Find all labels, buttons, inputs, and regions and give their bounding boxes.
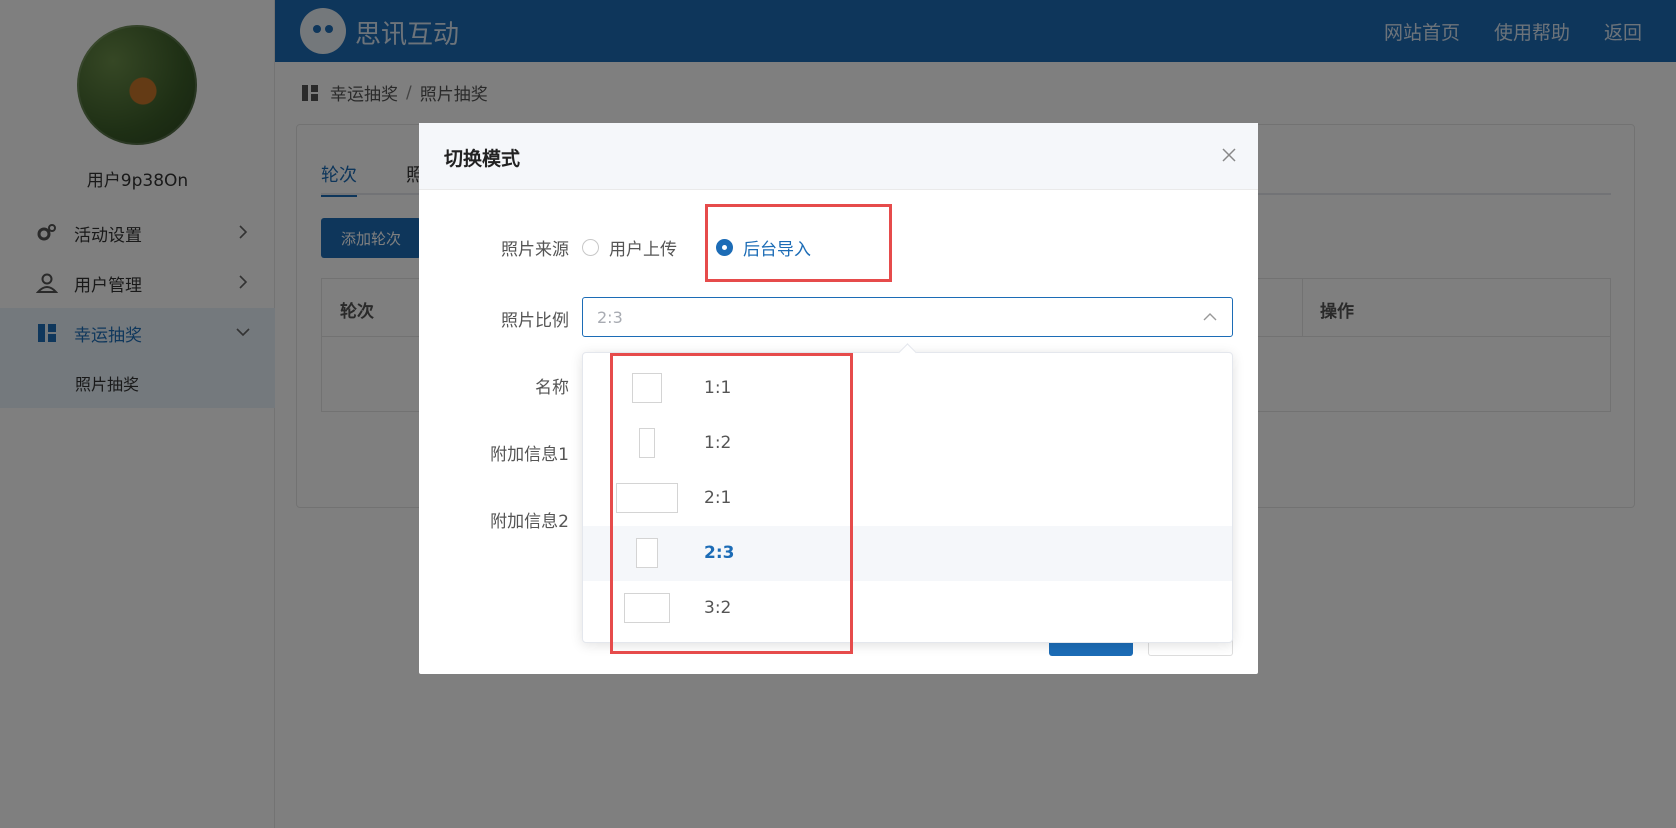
radio-circle (582, 239, 599, 256)
highlight-box-source (705, 204, 892, 282)
select-value: 2:3 (597, 308, 623, 327)
photo-ratio-select[interactable]: 2:3 (582, 297, 1233, 337)
radio-label: 用户上传 (609, 240, 677, 260)
dialog-title: 切换模式 (444, 148, 521, 170)
name-label: 名称 (535, 378, 569, 398)
close-icon[interactable] (1220, 146, 1238, 164)
extra-info-1-label: 附加信息1 (490, 445, 569, 465)
highlight-box-ratio-options (610, 353, 853, 654)
extra-info-2-label: 附加信息2 (490, 512, 569, 532)
photo-ratio-label: 照片比例 (501, 311, 569, 331)
radio-user-upload[interactable]: 用户上传 (582, 235, 677, 260)
photo-source-label: 照片来源 (501, 240, 569, 260)
dialog-header: 切换模式 (419, 123, 1258, 190)
chevron-up-icon (1202, 309, 1218, 325)
